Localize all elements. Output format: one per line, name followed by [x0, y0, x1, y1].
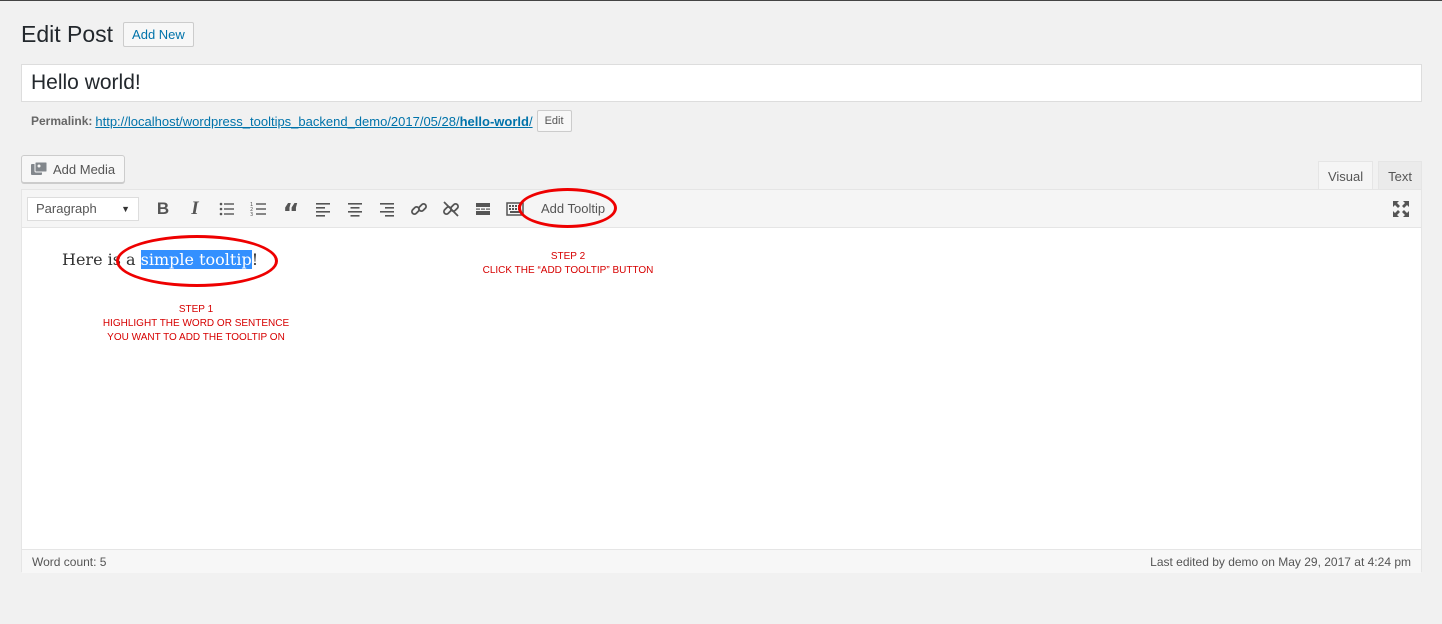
page-header: Edit Post Add New — [21, 21, 194, 48]
numbered-list-icon[interactable]: 123 — [245, 195, 273, 223]
align-left-icon[interactable] — [309, 195, 337, 223]
permalink-edit-button[interactable]: Edit — [536, 110, 572, 132]
step1-highlight-circle — [116, 235, 278, 287]
step2-line1: CLICK THE “ADD TOOLTIP” BUTTON — [482, 265, 654, 276]
step2-annotation: STEP 2 CLICK THE “ADD TOOLTIP” BUTTON — [468, 250, 668, 278]
read-more-icon[interactable] — [469, 195, 497, 223]
add-new-button[interactable]: Add New — [123, 22, 194, 47]
last-edited: Last edited by demo on May 29, 2017 at 4… — [1150, 554, 1411, 569]
link-icon[interactable] — [405, 195, 433, 223]
editor-toolbar: Paragraph ▼ B I 123 “ Add Tooltip — [22, 190, 1421, 228]
chevron-down-icon: ▼ — [121, 203, 130, 214]
step2-title: STEP 2 — [550, 251, 586, 262]
align-center-icon[interactable] — [341, 195, 369, 223]
tab-text[interactable]: Text — [1378, 161, 1422, 190]
add-media-label: Add Media — [53, 161, 116, 177]
svg-text:3: 3 — [250, 212, 253, 218]
step1-title: STEP 1 — [178, 304, 214, 315]
fullscreen-icon[interactable] — [1391, 199, 1411, 219]
page-title: Edit Post — [21, 21, 114, 47]
permalink-suffix: / — [528, 113, 533, 129]
tab-visual[interactable]: Visual — [1317, 161, 1374, 190]
editor-tabs: Visual Text — [1313, 161, 1422, 190]
permalink-link[interactable]: http://localhost/wordpress_tooltips_back… — [95, 114, 532, 129]
blockquote-icon[interactable]: “ — [277, 195, 305, 227]
editor-statusbar: Word count: 5 Last edited by demo on May… — [22, 549, 1421, 573]
media-icon — [31, 161, 48, 175]
unlink-icon[interactable] — [437, 195, 465, 223]
italic-icon[interactable]: I — [181, 195, 209, 223]
step2-highlight-circle — [518, 188, 617, 228]
step1-annotation: STEP 1 HIGHLIGHT THE WORD OR SENTENCE YO… — [96, 303, 296, 345]
bullet-list-icon[interactable] — [213, 195, 241, 223]
post-title-input[interactable] — [21, 64, 1422, 102]
permalink-row: Permalink: http://localhost/wordpress_to… — [31, 110, 572, 132]
permalink-slug: hello-world — [459, 113, 529, 129]
bold-icon[interactable]: B — [149, 195, 177, 223]
format-select[interactable]: Paragraph ▼ — [27, 196, 139, 221]
align-right-icon[interactable] — [373, 195, 401, 223]
format-select-value: Paragraph — [36, 201, 97, 216]
add-media-button[interactable]: Add Media — [21, 155, 126, 183]
permalink-prefix: http://localhost/wordpress_tooltips_back… — [95, 113, 460, 129]
step1-line2: YOU WANT TO ADD THE TOOLTIP ON — [107, 332, 285, 343]
word-count: Word count: 5 — [32, 554, 107, 569]
step1-line1: HIGHLIGHT THE WORD OR SENTENCE — [102, 318, 290, 329]
permalink-label: Permalink: — [31, 114, 93, 128]
